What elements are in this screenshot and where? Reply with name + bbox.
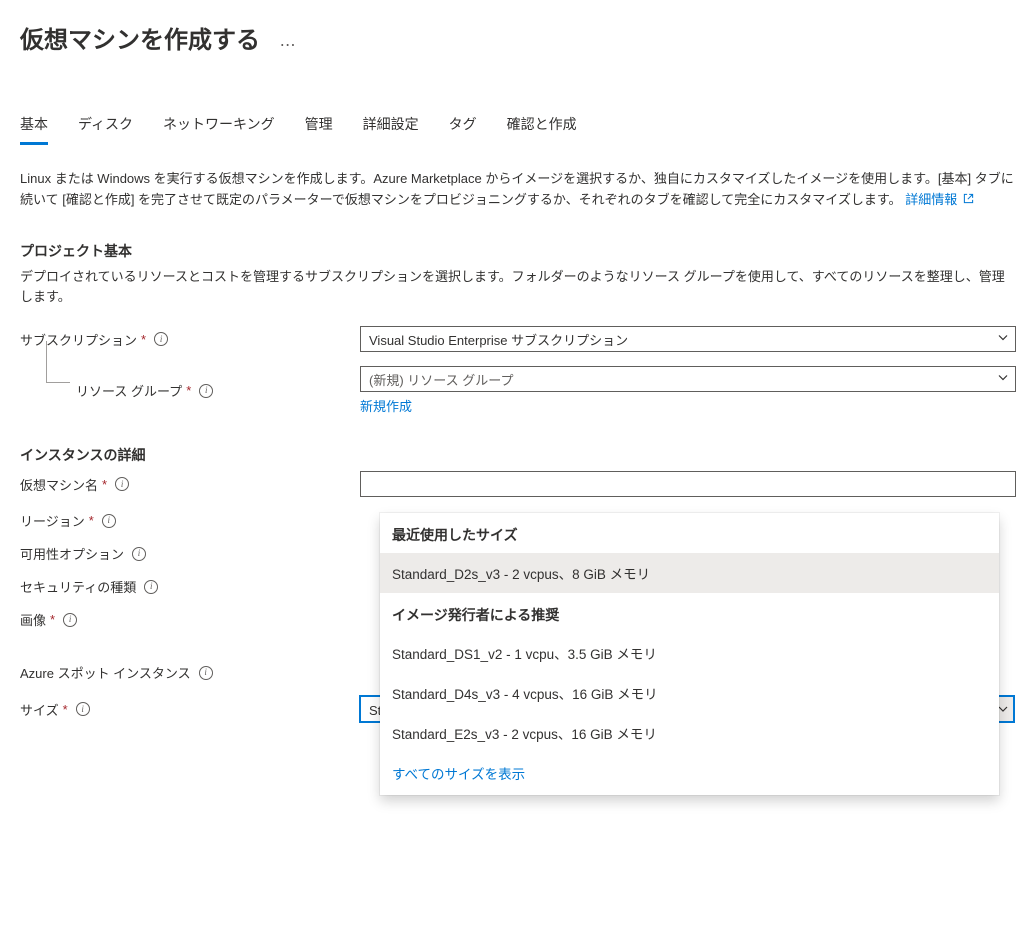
subscription-select[interactable]: Visual Studio Enterprise サブスクリプション [360,326,1016,352]
resource-group-select[interactable]: (新規) リソース グループ [360,366,1016,392]
info-icon[interactable]: i [199,384,213,398]
tab-advanced[interactable]: 詳細設定 [363,114,419,145]
section-project-heading: プロジェクト基本 [20,241,1016,261]
size-option[interactable]: Standard_D2s_v3 - 2 vcpus、8 GiB メモリ [380,553,999,593]
dropdown-heading-recommended: イメージ発行者による推奨 [380,593,999,633]
availability-label: 可用性オプション [20,544,124,563]
tab-networking[interactable]: ネットワーキング [163,114,275,145]
tab-bar: 基本 ディスク ネットワーキング 管理 詳細設定 タグ 確認と作成 [20,114,1016,145]
required-indicator: * [63,702,68,717]
dropdown-heading-recent: 最近使用したサイズ [380,513,999,553]
spot-instance-label: Azure スポット インスタンス [20,663,191,682]
info-icon[interactable]: i [115,477,129,491]
tab-management[interactable]: 管理 [305,114,333,145]
tab-review[interactable]: 確認と作成 [507,114,577,145]
required-indicator: * [102,477,107,492]
region-label: リージョン [20,511,85,530]
info-icon[interactable]: i [63,613,77,627]
section-instance-heading: インスタンスの詳細 [20,445,1016,465]
create-new-rg-link[interactable]: 新規作成 [360,399,412,414]
info-icon[interactable]: i [132,547,146,561]
info-icon[interactable]: i [76,702,90,716]
section-project-desc: デプロイされているリソースとコストを管理するサブスクリプションを選択します。フォ… [20,267,1016,309]
image-label: 画像 [20,610,46,629]
required-indicator: * [141,332,146,347]
chevron-down-icon [997,372,1009,387]
tab-tags[interactable]: タグ [449,114,477,145]
info-icon[interactable]: i [154,332,168,346]
chevron-down-icon [997,332,1009,347]
required-indicator: * [186,383,191,398]
size-label: サイズ [20,700,59,719]
size-dropdown-panel: 最近使用したサイズ Standard_D2s_v3 - 2 vcpus、8 Gi… [380,513,999,795]
tab-disks[interactable]: ディスク [78,114,133,145]
size-option[interactable]: Standard_DS1_v2 - 1 vcpu、3.5 GiB メモリ [380,633,999,673]
size-option[interactable]: Standard_D4s_v3 - 4 vcpus、16 GiB メモリ [380,673,999,713]
security-type-label: セキュリティの種類 [20,577,136,596]
intro-text: Linux または Windows を実行する仮想マシンを作成します。Azure… [20,169,1016,211]
info-icon[interactable]: i [144,580,158,594]
vm-name-label: 仮想マシン名 [20,475,98,494]
required-indicator: * [50,612,55,627]
subscription-label: サブスクリプション [20,330,137,349]
tab-basic[interactable]: 基本 [20,114,48,145]
tree-connector [46,341,70,383]
info-icon[interactable]: i [199,666,213,680]
resource-group-label: リソース グループ [76,381,182,400]
see-all-sizes-link[interactable]: すべてのサイズを表示 [392,767,525,782]
required-indicator: * [89,513,94,528]
info-icon[interactable]: i [102,514,116,528]
more-actions-button[interactable]: ⋯ [280,35,298,55]
size-option[interactable]: Standard_E2s_v3 - 2 vcpus、16 GiB メモリ [380,713,999,753]
page-title: 仮想マシンを作成する [20,20,260,55]
external-link-icon [961,192,974,207]
vm-name-input[interactable] [360,471,1016,497]
learn-more-link[interactable]: 詳細情報 [905,192,974,207]
